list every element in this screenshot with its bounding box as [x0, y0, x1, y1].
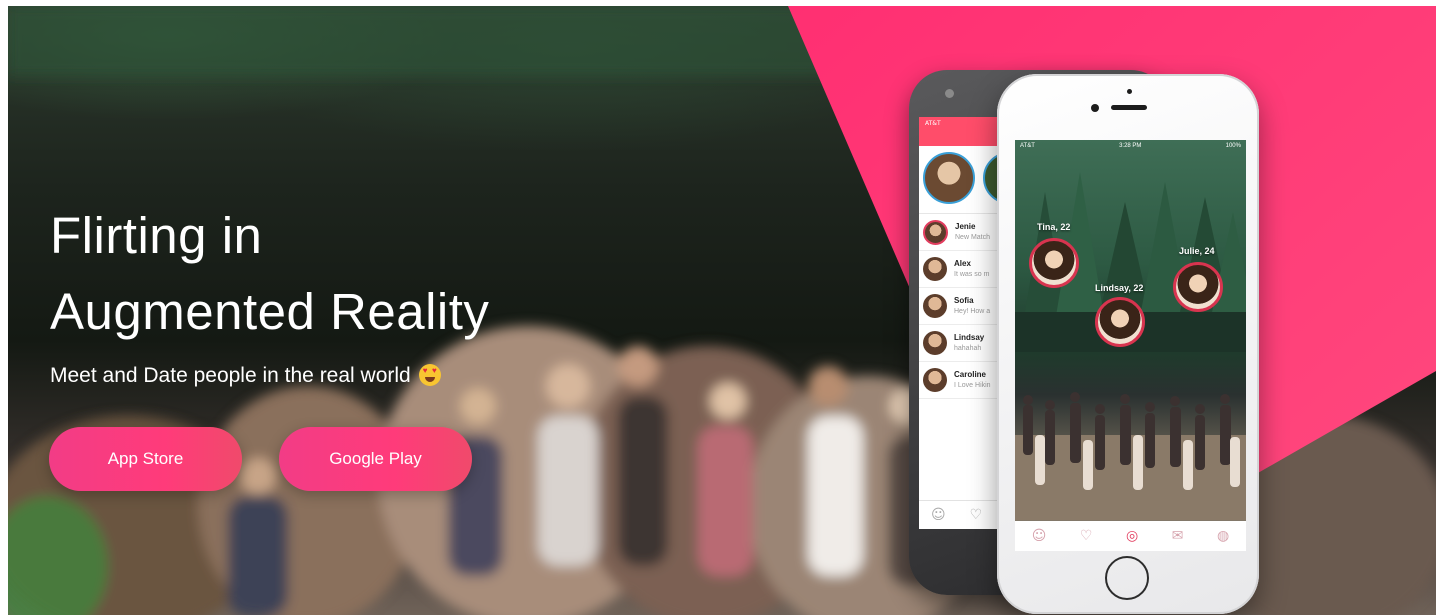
match-message: It was so m	[954, 271, 990, 278]
ar-profile-label: Lindsay, 22	[1095, 283, 1144, 293]
ar-radar-tab-icon[interactable]: ◎	[1126, 528, 1138, 544]
hero-section: Flirting in Augmented Reality Meet and D…	[8, 6, 1436, 615]
settings-tab-icon[interactable]: ◍	[1217, 528, 1229, 544]
avatar	[923, 219, 948, 245]
likes-tab-icon[interactable]: ♡	[1080, 528, 1093, 544]
match-message: New Match	[955, 234, 991, 241]
ar-profile-label: Tina, 22	[1037, 222, 1071, 232]
match-message: hahahah	[954, 345, 982, 352]
hero-title-line-1: Flirting in	[50, 207, 263, 264]
match-name: Alex	[954, 259, 971, 268]
ar-camera-screen: AT&T 3:28 PM 100% Tina, 22 Julie, 24 Lin…	[1015, 140, 1246, 551]
avatar	[923, 368, 947, 392]
avatar	[923, 294, 947, 318]
sensor-dot	[1127, 89, 1132, 94]
front-status-bar: AT&T 3:28 PM 100%	[1015, 140, 1246, 152]
match-name: Jenie	[955, 222, 976, 231]
hero-title-line-2: Augmented Reality	[50, 283, 490, 340]
speaker-grille	[1111, 105, 1147, 110]
clock-label: 3:28 PM	[1119, 143, 1142, 149]
avatar	[923, 257, 947, 281]
heart-tab-icon[interactable]: ♡	[970, 507, 983, 523]
ar-profile-pin[interactable]: Tina, 22	[1029, 222, 1079, 288]
top-bar	[0, 0, 1436, 6]
hero-subtitle-text: Meet and Date people in the real world	[50, 364, 411, 387]
battery-label: 100%	[1225, 143, 1241, 149]
carrier-label: AT&T	[1020, 143, 1035, 149]
story-avatar[interactable]	[923, 152, 975, 204]
avatar	[1029, 238, 1079, 288]
match-message: I Love Hikin	[954, 382, 991, 389]
match-message: Hey! How a	[954, 308, 991, 315]
profile-tab-icon[interactable]: ☺	[931, 507, 946, 523]
front-phone-mockup: AT&T 3:28 PM 100% Tina, 22 Julie, 24 Lin…	[997, 74, 1259, 614]
match-name: Sofia	[954, 296, 974, 305]
camera-icon	[945, 89, 954, 98]
profile-tab-icon[interactable]: ☺	[1032, 528, 1047, 544]
match-name: Caroline	[954, 370, 987, 379]
match-name: Lindsay	[954, 333, 985, 342]
avatar	[923, 331, 947, 355]
front-tab-bar: ☺ ♡ ◎ ✉ ◍	[1015, 521, 1246, 551]
ar-profile-pin[interactable]: Lindsay, 22	[1095, 283, 1145, 347]
front-camera-icon	[1091, 104, 1099, 112]
crowd-scene	[1015, 392, 1246, 520]
hero-subtitle: Meet and Date people in the real world	[50, 364, 441, 388]
ar-profile-pin[interactable]: Julie, 24	[1173, 246, 1223, 312]
avatar	[1173, 262, 1223, 312]
google-play-button[interactable]: Google Play	[279, 427, 472, 491]
ar-profile-label: Julie, 24	[1179, 246, 1215, 256]
chat-tab-icon[interactable]: ✉	[1172, 528, 1184, 544]
heart-eyes-emoji-icon	[418, 364, 441, 386]
home-button	[1105, 556, 1149, 600]
app-store-button[interactable]: App Store	[49, 427, 242, 491]
avatar	[1095, 297, 1145, 347]
hero-title: Flirting in Augmented Reality	[50, 198, 489, 350]
